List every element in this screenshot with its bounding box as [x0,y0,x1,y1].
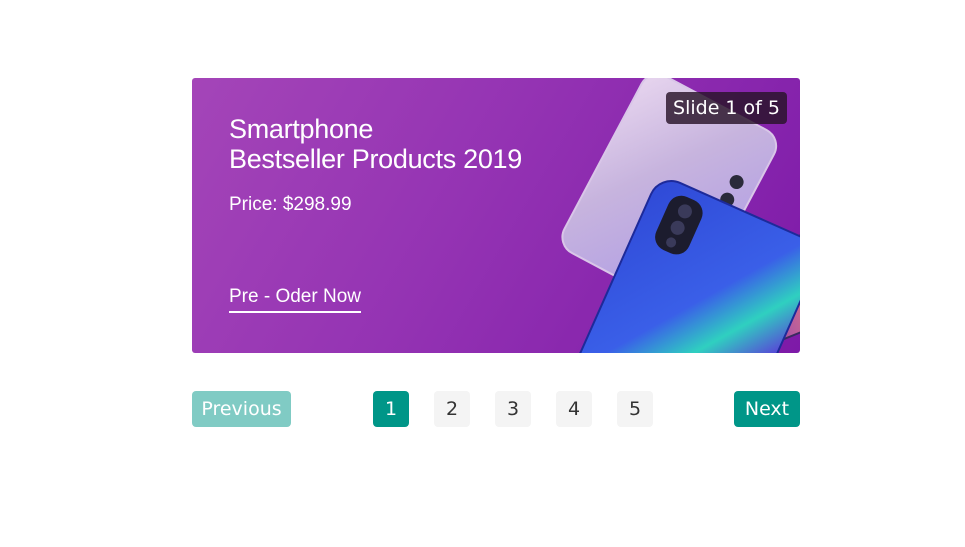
product-carousel: Smartphone Bestseller Products 2019 Pric… [192,78,800,353]
page-button-3[interactable]: 3 [495,391,531,427]
preorder-link[interactable]: Pre - Oder Now [229,286,361,313]
previous-button[interactable]: Previous [192,391,291,427]
page-button-2[interactable]: 2 [434,391,470,427]
slide-counter: Slide 1 of 5 [666,92,787,124]
pagination: Previous 1 2 3 4 5 Next [192,391,800,427]
page-button-5[interactable]: 5 [617,391,653,427]
page-button-1[interactable]: 1 [373,391,409,427]
next-button[interactable]: Next [734,391,800,427]
page-button-4[interactable]: 4 [556,391,592,427]
